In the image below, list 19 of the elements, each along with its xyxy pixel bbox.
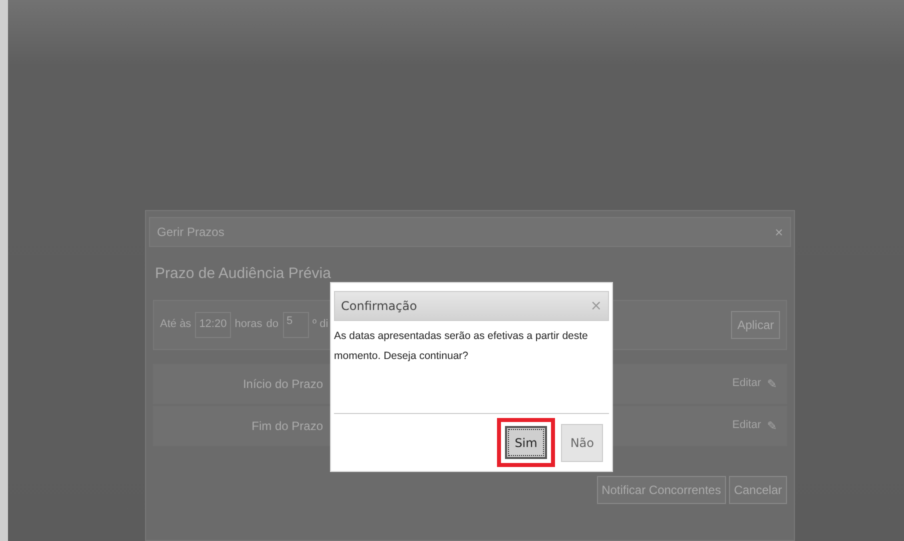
dialog-title: Confirmação xyxy=(341,298,417,315)
footer-button[interactable]: Cancelar xyxy=(728,476,787,504)
day-label: do xyxy=(266,317,278,332)
dialog-button[interactable]: Não xyxy=(561,424,603,462)
panel-heading: Prazo de Audiência Prévia xyxy=(155,264,332,284)
footer-button[interactable]: Notificar Concorrentes xyxy=(596,476,726,504)
close-icon[interactable]: × xyxy=(774,222,783,242)
filter-label: Até às xyxy=(160,317,192,332)
dialog-button[interactable]: Sim xyxy=(504,426,548,459)
deadline-label: Fim do Prazo xyxy=(250,418,323,434)
day-field[interactable]: 5 xyxy=(282,312,308,338)
close-button[interactable]: × xyxy=(590,296,602,316)
deadline-label: Início do Prazo xyxy=(242,376,323,392)
hours-label: horas xyxy=(234,317,262,332)
truncated-label: º di xyxy=(312,317,328,332)
pencil-icon[interactable]: ✎ xyxy=(767,416,777,434)
dialog-message: As datas apresentadas serão as efetivas a partir deste momento. Deseja continuar? xyxy=(334,329,589,364)
pencil-icon[interactable]: ✎ xyxy=(767,374,777,392)
time-field[interactable]: 12:20 xyxy=(195,312,231,338)
